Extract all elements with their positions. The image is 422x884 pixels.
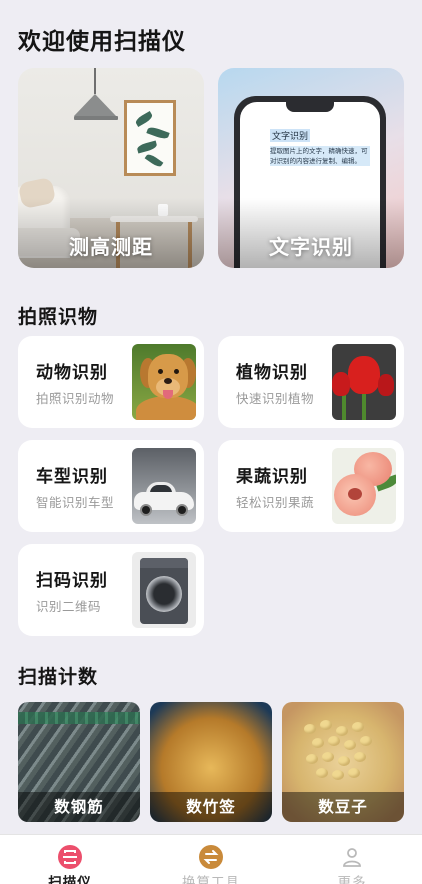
dog-photo [132,344,196,420]
scanner-icon-glyph [63,850,77,864]
section-title-scan-count: 扫描计数 [18,666,99,688]
bean [336,726,348,736]
tulip-stem [342,394,346,420]
tulip-flower [378,374,394,396]
lamp-cord [94,68,96,94]
user-icon [340,845,364,869]
bean [322,752,334,762]
bean [352,722,364,732]
tile-count-beans[interactable]: 数豆子 [282,702,404,822]
bean [344,740,356,750]
recognized-text-title: 文字识别 [270,129,311,142]
bean [312,738,324,748]
scanner-icon [58,845,82,869]
tile-label: 数钢筋 [18,792,140,822]
bean [332,770,344,780]
dog-eye [158,369,163,374]
washer-panel [140,558,188,568]
card-animal-recognition[interactable]: 动物识别 拍照识别动物 [18,336,204,428]
card-subtitle: 智能识别车型 [36,495,115,510]
hero-label-text-recognition: 文字识别 [269,235,353,259]
page-title: 欢迎使用扫描仪 [18,29,186,55]
bean [316,768,328,778]
convert-icon-glyph [203,850,219,864]
leaf-shape [136,140,158,154]
tulip-flower [348,356,380,394]
convert-icon [199,845,223,869]
bean [306,754,318,764]
wall-picture-frame [124,100,176,176]
user-icon-glyph [343,848,361,867]
lamp-rim [74,116,118,120]
bean [328,736,340,746]
card-subtitle: 拍照识别动物 [36,391,115,406]
car-photo [132,448,196,524]
tab-label: 扫描仪 [48,875,92,884]
card-title: 果蔬识别 [236,467,308,487]
tab-more[interactable]: 更多 [282,835,422,884]
hero-card-height-distance[interactable]: 测高测距 [18,68,204,268]
leaf-shape [146,125,170,141]
tulip-photo [332,344,396,420]
rebar-band [18,712,140,724]
tulip-flower [332,372,350,396]
tile-label: 数竹签 [150,792,272,822]
bean [304,724,316,734]
recognized-text-body: 提取图片上的文字，精确快速，可对识别的内容进行复制、编辑。 [270,146,370,166]
tab-scanner[interactable]: 扫描仪 [0,835,140,884]
tab-convert-tools[interactable]: 换算工具 [141,835,281,884]
card-subtitle: 快速识别植物 [236,391,315,406]
phone-notch [286,102,334,112]
bean [320,720,332,730]
peach-pit [348,488,362,500]
bean [338,756,350,766]
card-title: 植物识别 [236,363,308,383]
leaf-shape [144,152,164,169]
card-title: 车型识别 [36,467,108,487]
pendant-lamp-icon [74,94,116,116]
bottom-tab-bar: 扫描仪 换算工具 更多 [0,834,422,884]
section-title-photo-recognition: 拍照识物 [18,306,99,328]
card-plant-recognition[interactable]: 植物识别 快速识别植物 [218,336,404,428]
tile-count-bamboo-skewers[interactable]: 数竹签 [150,702,272,822]
hero-card-text-recognition[interactable]: 文字识别 提取图片上的文字，精确快速，可对识别的内容进行复制、编辑。 文字识别 [218,68,404,268]
dog-chest [136,396,196,420]
car-wheel [140,504,152,516]
bean [354,752,366,762]
card-subtitle: 轻松识别果蔬 [236,495,315,510]
tile-label: 数豆子 [282,792,404,822]
hero-label-height-distance: 测高测距 [69,235,153,259]
scanner-home-screen: 欢迎使用扫描仪 测高测距 文字识别 提取图片上的文字，精确快速，可对识别的内容进… [0,0,422,884]
washer-door [146,576,182,612]
card-subtitle: 识别二维码 [36,599,102,614]
washing-machine-photo [132,552,196,628]
tab-label: 换算工具 [182,875,240,884]
recognized-text-block: 文字识别 提取图片上的文字，精确快速，可对识别的内容进行复制、编辑。 [270,124,370,166]
card-title: 动物识别 [36,363,108,383]
dog-eye [174,369,179,374]
card-title: 扫码识别 [36,571,108,591]
tab-label: 更多 [337,875,367,884]
bean [348,768,360,778]
peach-photo [332,448,396,524]
dog-nose [164,378,172,384]
card-car-recognition[interactable]: 车型识别 智能识别车型 [18,440,204,532]
car-wheel [176,504,188,516]
tile-count-rebar[interactable]: 数钢筋 [18,702,140,822]
card-code-scan[interactable]: 扫码识别 识别二维码 [18,544,204,636]
card-fruit-recognition[interactable]: 果蔬识别 轻松识别果蔬 [218,440,404,532]
leaf-shape [134,111,154,127]
bean [360,736,372,746]
